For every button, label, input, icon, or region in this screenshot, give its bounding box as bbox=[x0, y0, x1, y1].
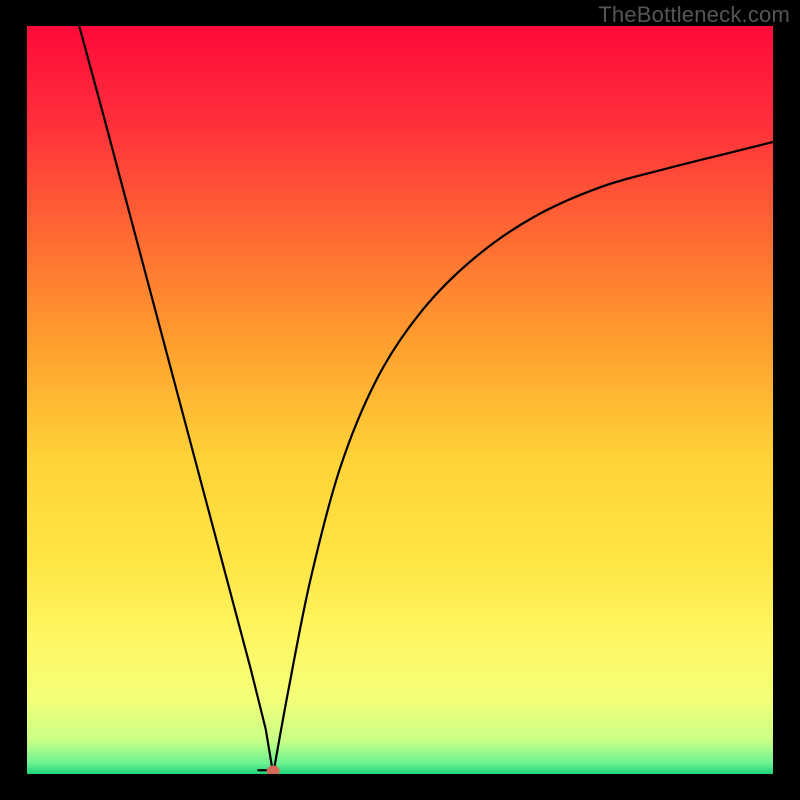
watermark-text: TheBottleneck.com bbox=[598, 2, 790, 28]
chart-canvas bbox=[27, 26, 773, 774]
chart-background-gradient bbox=[27, 26, 773, 774]
marker-point bbox=[267, 766, 279, 774]
chart-frame: TheBottleneck.com bbox=[0, 0, 800, 800]
